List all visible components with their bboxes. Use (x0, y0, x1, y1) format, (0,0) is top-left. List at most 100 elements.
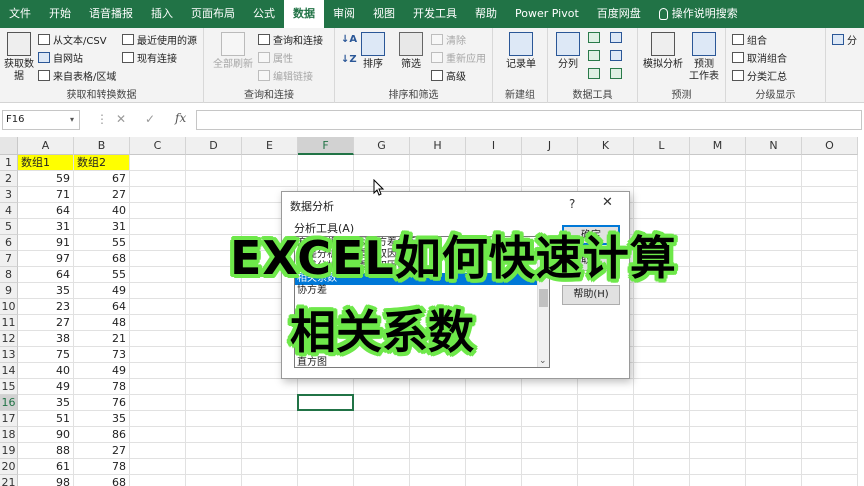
cell[interactable] (802, 235, 858, 251)
cell[interactable] (746, 219, 802, 235)
cell[interactable] (130, 427, 186, 443)
cell[interactable] (130, 363, 186, 379)
cell[interactable]: 27 (18, 315, 74, 331)
row-header[interactable]: 6 (0, 235, 18, 251)
cell[interactable] (802, 251, 858, 267)
row-header[interactable]: 5 (0, 219, 18, 235)
cell[interactable] (522, 395, 578, 411)
cell[interactable] (634, 299, 690, 315)
cell[interactable] (746, 203, 802, 219)
cell[interactable] (410, 171, 466, 187)
cell[interactable] (130, 395, 186, 411)
help-button[interactable]: 帮助(H) (562, 285, 620, 305)
cell[interactable] (130, 251, 186, 267)
row-header[interactable]: 1 (0, 155, 18, 171)
cell[interactable] (578, 171, 634, 187)
cell[interactable] (802, 363, 858, 379)
cell[interactable] (746, 347, 802, 363)
cell[interactable] (466, 155, 522, 171)
column-header[interactable]: H (410, 137, 466, 155)
cell[interactable] (130, 235, 186, 251)
column-header[interactable]: C (130, 137, 186, 155)
cell[interactable] (186, 171, 242, 187)
formula-input[interactable] (196, 110, 862, 130)
from-table-button[interactable]: 来自表格/区域 (38, 68, 116, 83)
cell[interactable] (634, 411, 690, 427)
row-header[interactable]: 13 (0, 347, 18, 363)
cell[interactable] (522, 427, 578, 443)
row-header[interactable]: 14 (0, 363, 18, 379)
cell[interactable] (410, 443, 466, 459)
cell[interactable] (242, 155, 298, 171)
cell[interactable] (130, 219, 186, 235)
cell[interactable] (802, 219, 858, 235)
cell[interactable] (242, 443, 298, 459)
cell[interactable] (298, 475, 354, 486)
cell[interactable]: 40 (74, 203, 130, 219)
cell[interactable]: 55 (74, 267, 130, 283)
row-header[interactable]: 15 (0, 379, 18, 395)
cell[interactable]: 35 (74, 411, 130, 427)
cell[interactable] (466, 171, 522, 187)
cell[interactable] (634, 427, 690, 443)
cell[interactable]: 78 (74, 459, 130, 475)
cell[interactable] (354, 379, 410, 395)
cell[interactable] (746, 363, 802, 379)
flash-fill-button[interactable] (588, 32, 600, 43)
cell[interactable] (634, 203, 690, 219)
tab-5[interactable]: 公式 (244, 0, 284, 28)
cell[interactable] (242, 395, 298, 411)
cell[interactable] (634, 187, 690, 203)
data-analysis-button[interactable]: 分 (832, 32, 857, 47)
cell[interactable]: 98 (18, 475, 74, 486)
text-to-columns-button[interactable]: 分列 (554, 32, 582, 71)
chevron-down-icon[interactable]: ▾ (70, 110, 74, 130)
cell[interactable]: 55 (74, 235, 130, 251)
cell[interactable] (186, 155, 242, 171)
chevron-down-icon[interactable]: ⌄ (539, 356, 547, 366)
column-header[interactable]: B (74, 137, 130, 155)
cell[interactable] (578, 411, 634, 427)
cell[interactable] (690, 363, 746, 379)
cell[interactable] (186, 459, 242, 475)
advanced-button[interactable]: 高级 (431, 68, 466, 83)
cell[interactable] (186, 315, 242, 331)
cell[interactable] (802, 187, 858, 203)
tab-10[interactable]: 帮助 (466, 0, 506, 28)
row-header[interactable]: 9 (0, 283, 18, 299)
cell[interactable] (578, 427, 634, 443)
cell[interactable]: 75 (18, 347, 74, 363)
remove-duplicates-button[interactable] (588, 50, 600, 61)
cell[interactable] (242, 171, 298, 187)
cell[interactable] (634, 363, 690, 379)
cell[interactable] (186, 363, 242, 379)
cell[interactable] (690, 251, 746, 267)
cell[interactable]: 35 (18, 283, 74, 299)
cell[interactable] (634, 331, 690, 347)
cell[interactable]: 68 (74, 475, 130, 486)
cell[interactable]: 61 (18, 459, 74, 475)
filter-button[interactable]: 筛选 (397, 32, 425, 71)
cell[interactable] (634, 443, 690, 459)
cell[interactable] (802, 299, 858, 315)
cell[interactable] (130, 347, 186, 363)
tab-1[interactable]: 开始 (40, 0, 80, 28)
cell[interactable]: 73 (74, 347, 130, 363)
cell[interactable] (802, 379, 858, 395)
cell[interactable] (802, 411, 858, 427)
tab-11[interactable]: Power Pivot (506, 0, 588, 28)
cell[interactable] (130, 267, 186, 283)
cell[interactable] (186, 443, 242, 459)
clear-button[interactable]: 清除 (431, 32, 466, 47)
cell[interactable] (578, 459, 634, 475)
consolidate-button[interactable] (610, 32, 622, 43)
cell[interactable]: 数组2 (74, 155, 130, 171)
cell[interactable] (690, 219, 746, 235)
cell[interactable] (522, 459, 578, 475)
cell[interactable] (242, 411, 298, 427)
cell[interactable] (354, 459, 410, 475)
cell[interactable] (186, 331, 242, 347)
cell[interactable] (130, 155, 186, 171)
what-if-button[interactable]: 模拟分析 (642, 32, 684, 71)
tab-0[interactable]: 文件 (0, 0, 40, 28)
